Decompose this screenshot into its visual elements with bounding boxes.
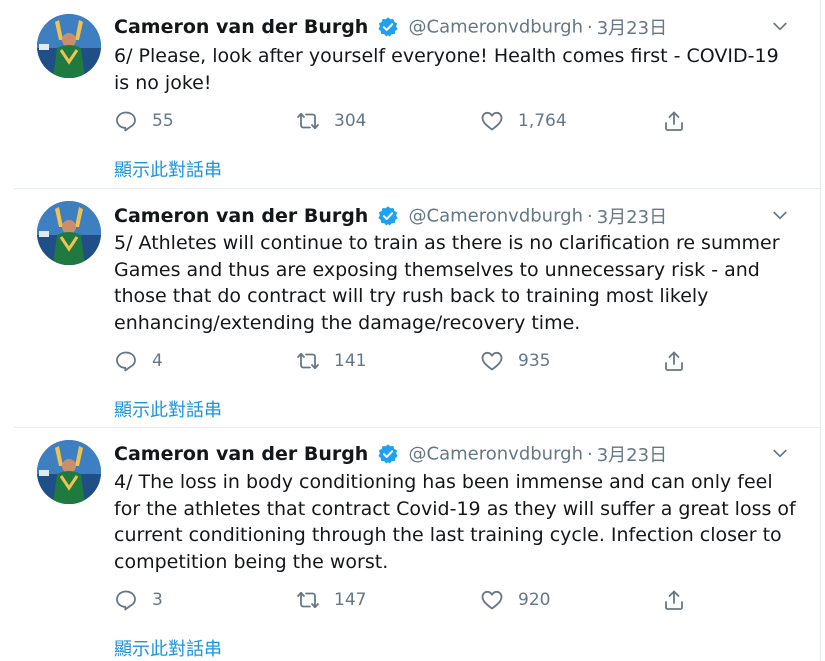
heart-icon <box>481 590 503 610</box>
share-icon <box>665 111 683 131</box>
verified-badge-icon <box>378 206 399 226</box>
share-icon <box>665 590 683 610</box>
chevron-down-icon[interactable] <box>770 205 790 225</box>
tweet-actions: 55 304 1,764 <box>114 107 694 135</box>
tweet-text: 6/ Please, look after yourself everyone!… <box>114 45 779 94</box>
reply-button[interactable]: 3 <box>114 586 163 614</box>
chevron-down-icon[interactable] <box>770 443 790 463</box>
reply-button[interactable]: 55 <box>114 107 174 135</box>
retweet-button[interactable]: 147 <box>296 586 366 614</box>
share-icon <box>665 351 683 371</box>
reply-icon <box>116 351 136 372</box>
separator-dot: · <box>587 443 593 465</box>
like-count: 920 <box>518 590 551 610</box>
tweet[interactable]: Cameron van der Burgh @Cameronvdburgh · 3月… <box>14 189 820 428</box>
retweet-icon <box>297 591 319 609</box>
tweet-date[interactable]: 3月23日 <box>597 18 667 39</box>
heart-icon <box>481 111 503 131</box>
author-name[interactable]: Cameron van der Burgh <box>114 205 368 227</box>
reply-count: 4 <box>152 351 163 371</box>
avatar[interactable] <box>37 440 101 504</box>
tweet-date[interactable]: 3月23日 <box>597 445 667 466</box>
tweet-header: Cameron van der Burgh @Cameronvdburgh · 3月… <box>114 203 806 228</box>
reply-count: 55 <box>152 111 174 131</box>
tweet-header: Cameron van der Burgh @Cameronvdburgh · 3月… <box>114 441 806 466</box>
share-button[interactable] <box>662 586 686 614</box>
author-name[interactable]: Cameron van der Burgh <box>114 16 368 38</box>
reply-button[interactable]: 4 <box>114 347 163 375</box>
like-count: 1,764 <box>518 111 567 131</box>
author-handle[interactable]: @Cameronvdburgh <box>409 444 583 465</box>
like-count: 935 <box>518 351 551 371</box>
avatar-image <box>37 440 101 504</box>
verified-badge-icon <box>378 444 399 464</box>
tweet[interactable]: Cameron van der Burgh @Cameronvdburgh · 3月… <box>14 428 820 661</box>
retweet-count: 147 <box>334 590 367 610</box>
show-thread-link[interactable]: 顯示此對話串 <box>114 396 222 422</box>
separator-dot: · <box>587 16 593 38</box>
author-handle[interactable]: @Cameronvdburgh <box>409 17 583 38</box>
chevron-down-icon[interactable] <box>770 16 790 36</box>
retweet-count: 141 <box>334 351 367 371</box>
like-button[interactable]: 1,764 <box>480 107 567 135</box>
tweet-actions: 4 141 935 <box>114 347 694 375</box>
author-name[interactable]: Cameron van der Burgh <box>114 443 368 465</box>
share-button[interactable] <box>662 347 686 375</box>
tweet-date[interactable]: 3月23日 <box>597 207 667 228</box>
author-handle[interactable]: @Cameronvdburgh <box>409 206 583 227</box>
retweet-button[interactable]: 304 <box>296 107 366 135</box>
reply-icon <box>116 590 136 611</box>
show-thread-link[interactable]: 顯示此對話串 <box>114 156 222 182</box>
heart-icon <box>481 351 503 371</box>
reply-icon <box>116 111 136 132</box>
avatar-image <box>37 14 101 78</box>
tweet-feed: Cameron van der Burgh @Cameronvdburgh · 3月… <box>14 0 821 661</box>
like-button[interactable]: 920 <box>480 586 550 614</box>
avatar[interactable] <box>37 201 101 265</box>
retweet-count: 304 <box>334 111 367 131</box>
tweet-header: Cameron van der Burgh @Cameronvdburgh · 3月… <box>114 14 806 39</box>
tweet-text: 5/ Athletes will continue to train as th… <box>114 232 780 334</box>
verified-badge-icon <box>378 17 399 37</box>
avatar[interactable] <box>37 14 101 78</box>
retweet-icon <box>297 112 319 130</box>
avatar-image <box>37 201 101 265</box>
reply-count: 3 <box>152 590 163 610</box>
tweet-text: 4/ The loss in body conditioning has bee… <box>114 471 796 573</box>
like-button[interactable]: 935 <box>480 347 550 375</box>
separator-dot: · <box>587 205 593 227</box>
tweet[interactable]: Cameron van der Burgh @Cameronvdburgh · 3月… <box>14 0 820 189</box>
tweet-actions: 3 147 920 <box>114 586 694 614</box>
retweet-button[interactable]: 141 <box>296 347 366 375</box>
share-button[interactable] <box>662 107 686 135</box>
retweet-icon <box>297 352 319 370</box>
show-thread-link[interactable]: 顯示此對話串 <box>114 635 222 661</box>
